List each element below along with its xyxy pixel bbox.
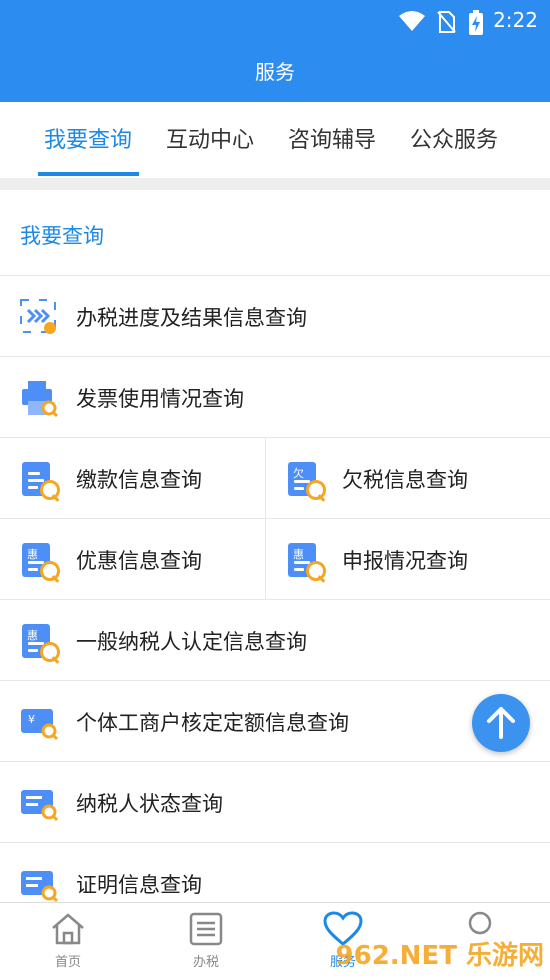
list-item-label: 一般纳税人认定信息查询	[76, 629, 307, 654]
list-item-label: 办税进度及结果信息查询	[76, 305, 307, 330]
status-time: 2:22	[493, 8, 538, 32]
nav-home[interactable]: 首页	[8, 903, 128, 980]
list-item-label: 发票使用情况查询	[76, 386, 244, 411]
list-item-label: 优惠信息查询	[76, 548, 202, 573]
list-item-label: 纳税人状态查询	[76, 791, 223, 816]
list-row-4: 惠 优惠信息查询 惠 申报情况查询	[0, 518, 550, 600]
home-icon	[52, 913, 84, 945]
list-icon	[189, 912, 223, 946]
list-item-label: 申报情况查询	[342, 548, 468, 573]
wifi-icon	[399, 11, 425, 31]
page-title: 服务	[255, 60, 295, 84]
icon-tag: ¥	[28, 712, 35, 726]
nav-tax[interactable]: 办税	[146, 903, 266, 980]
tab-my-query[interactable]: 我要查询	[44, 122, 132, 154]
status-bar: 2:22	[0, 0, 550, 40]
icon-tag: 惠	[27, 628, 38, 642]
certificate-query-icon	[20, 865, 59, 903]
icon-tag: 欠	[293, 466, 304, 480]
list-item-general-taxpayer[interactable]: 惠 一般纳税人认定信息查询	[0, 599, 550, 681]
section-title: 我要查询	[20, 224, 104, 248]
preferential-query-icon: 惠	[20, 541, 60, 583]
nav-label: 办税	[192, 955, 219, 970]
list-item-label: 欠税信息查询	[342, 467, 468, 492]
list-item-payment[interactable]: 缴款信息查询	[0, 438, 265, 519]
user-icon	[468, 911, 492, 935]
no-sim-icon	[437, 11, 456, 33]
section-divider	[0, 178, 550, 190]
tab-active-indicator	[38, 172, 139, 176]
bottom-nav: 首页 办税 服务 962.NET 乐游网	[0, 902, 550, 980]
tab-public-service[interactable]: 公众服务	[410, 122, 498, 154]
arrow-up-icon	[487, 707, 515, 739]
yuan-card-query-icon: ¥	[20, 703, 59, 741]
progress-query-icon	[20, 298, 58, 336]
printer-query-icon	[20, 379, 59, 417]
tab-bar: 我要查询 互动中心 咨询辅导 公众服务	[0, 102, 550, 178]
list-item-declaration[interactable]: 惠 申报情况查询	[265, 519, 531, 600]
watermark-logo: 962.NET 乐游网	[335, 941, 544, 971]
document-query-icon	[20, 460, 60, 502]
nav-label: 首页	[54, 955, 81, 970]
app-bar: 2:22 服务	[0, 0, 550, 102]
tab-consulting[interactable]: 咨询辅导	[288, 122, 376, 154]
tab-interaction-center[interactable]: 互动中心	[166, 122, 254, 154]
icon-tag: 惠	[293, 547, 304, 561]
status-card-query-icon	[20, 784, 59, 822]
list-item-owed[interactable]: 欠 欠税信息查询	[265, 438, 531, 519]
icon-tag: 惠	[27, 547, 38, 561]
list-item-progress[interactable]: 办税进度及结果信息查询	[0, 275, 550, 357]
list-item-invoice[interactable]: 发票使用情况查询	[0, 356, 550, 438]
list-item-label: 证明信息查询	[76, 872, 202, 897]
scroll-to-top-button[interactable]	[472, 694, 530, 752]
owed-tax-query-icon: 欠	[286, 460, 326, 502]
list-row-3: 缴款信息查询 欠 欠税信息查询	[0, 437, 550, 519]
declaration-query-icon: 惠	[286, 541, 326, 583]
general-taxpayer-query-icon: 惠	[20, 622, 60, 664]
list-item-taxpayer-status[interactable]: 纳税人状态查询	[0, 761, 550, 843]
list-item-preferential[interactable]: 惠 优惠信息查询	[0, 519, 265, 600]
list-item-individual-business[interactable]: ¥ 个体工商户核定定额信息查询	[0, 680, 550, 762]
list-item-label: 个体工商户核定定额信息查询	[76, 710, 349, 735]
list-item-label: 缴款信息查询	[76, 467, 202, 492]
battery-charging-icon	[469, 10, 483, 35]
